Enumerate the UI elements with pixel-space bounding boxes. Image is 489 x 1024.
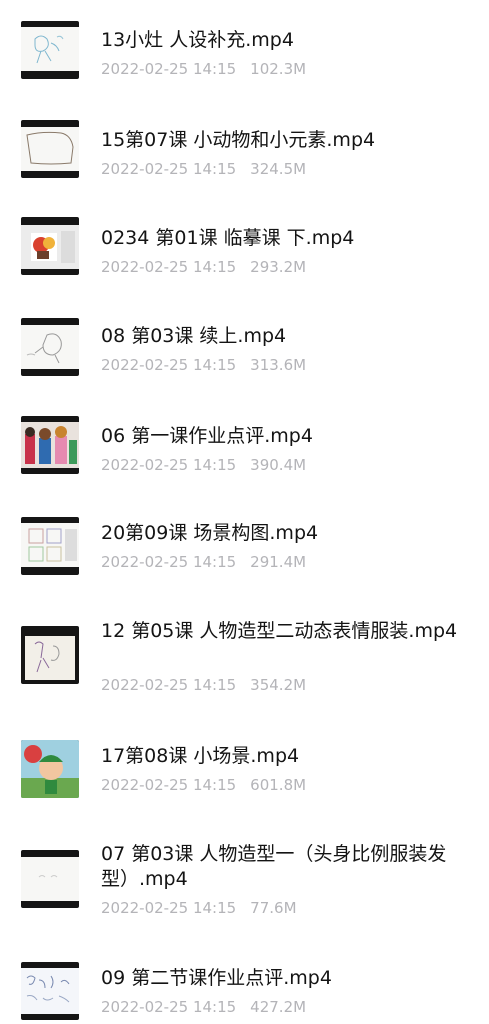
list-item[interactable]: 09 第二节课作业点评.mp4 2022-02-25 14:15 427.2M — [0, 938, 489, 1024]
file-name: 07 第03课 人物造型一（头身比例服装发型）.mp4 — [101, 843, 447, 890]
file-meta: 2022-02-25 14:15 293.2M — [101, 258, 306, 276]
video-thumbnail — [21, 962, 79, 1020]
list-item[interactable]: 13小灶 人设补充.mp4 2022-02-25 14:15 102.3M — [0, 0, 489, 98]
file-size: 293.2M — [250, 258, 307, 276]
file-meta: 2022-02-25 14:15 427.2M — [101, 998, 306, 1016]
video-thumbnail — [21, 318, 79, 376]
file-name: 15第07课 小动物和小元素.mp4 — [101, 129, 376, 151]
file-name: 06 第一课作业点评.mp4 — [101, 425, 313, 447]
file-meta: 2022-02-25 14:15 601.8M — [101, 776, 306, 794]
file-size: 291.4M — [250, 553, 307, 571]
file-name: 12 第05课 人物造型二动态表情服装.mp4 — [101, 620, 458, 642]
list-item[interactable]: 08 第03课 续上.mp4 2022-02-25 14:15 313.6M — [0, 294, 489, 392]
file-name: 20第09课 场景构图.mp4 — [101, 522, 319, 544]
file-date: 2022-02-25 14:15 — [101, 356, 237, 374]
file-date: 2022-02-25 14:15 — [101, 553, 237, 571]
file-meta: 2022-02-25 14:15 324.5M — [101, 160, 306, 178]
video-thumbnail — [21, 626, 79, 684]
file-date: 2022-02-25 14:15 — [101, 776, 237, 794]
file-name: 09 第二节课作业点评.mp4 — [101, 967, 332, 989]
file-size: 102.3M — [250, 60, 307, 78]
file-meta: 2022-02-25 14:15 354.2M — [101, 676, 306, 694]
file-name: 08 第03课 续上.mp4 — [101, 325, 287, 347]
file-size: 601.8M — [250, 776, 307, 794]
file-date: 2022-02-25 14:15 — [101, 60, 237, 78]
list-item[interactable]: 12 第05课 人物造型二动态表情服装.mp4 2022-02-25 14:15… — [0, 588, 489, 710]
file-date: 2022-02-25 14:15 — [101, 676, 237, 694]
list-item[interactable]: 15第07课 小动物和小元素.mp4 2022-02-25 14:15 324.5… — [0, 98, 489, 196]
file-meta: 2022-02-25 14:15 390.4M — [101, 456, 306, 474]
file-meta: 2022-02-25 14:15 77.6M — [101, 899, 297, 917]
file-date: 2022-02-25 14:15 — [101, 258, 237, 276]
video-thumbnail — [21, 217, 79, 275]
file-date: 2022-02-25 14:15 — [101, 998, 237, 1016]
file-name: 13小灶 人设补充.mp4 — [101, 29, 294, 51]
file-date: 2022-02-25 14:15 — [101, 456, 237, 474]
list-item[interactable]: 0234 第01课 临摹课 下.mp4 2022-02-25 14:15 293.… — [0, 196, 489, 294]
video-thumbnail — [21, 120, 79, 178]
video-thumbnail — [21, 850, 79, 908]
file-meta: 2022-02-25 14:15 313.6M — [101, 356, 306, 374]
file-size: 427.2M — [250, 998, 307, 1016]
file-date: 2022-02-25 14:15 — [101, 160, 237, 178]
file-size: 354.2M — [250, 676, 307, 694]
list-item[interactable]: 06 第一课作业点评.mp4 2022-02-25 14:15 390.4M — [0, 392, 489, 490]
file-size: 77.6M — [250, 899, 297, 917]
video-thumbnail — [21, 740, 79, 798]
file-name: 0234 第01课 临摹课 下.mp4 — [101, 227, 355, 249]
file-meta: 2022-02-25 14:15 102.3M — [101, 60, 306, 78]
file-meta: 2022-02-25 14:15 291.4M — [101, 553, 306, 571]
video-thumbnail — [21, 416, 79, 474]
file-date: 2022-02-25 14:15 — [101, 899, 237, 917]
video-file-list: 13小灶 人设补充.mp4 2022-02-25 14:15 102.3M 15第… — [0, 0, 489, 1024]
file-name: 17第08课 小场景.mp4 — [101, 745, 300, 767]
list-item[interactable]: 07 第03课 人物造型一（头身比例服装发型）.mp4 2022-02-25 1… — [0, 808, 489, 938]
file-size: 390.4M — [250, 456, 307, 474]
file-size: 313.6M — [250, 356, 307, 374]
list-item[interactable]: 17第08课 小场景.mp4 2022-02-25 14:15 601.8M — [0, 710, 489, 808]
file-size: 324.5M — [250, 160, 307, 178]
video-thumbnail — [21, 21, 79, 79]
video-thumbnail — [21, 517, 79, 575]
list-item[interactable]: 20第09课 场景构图.mp4 2022-02-25 14:15 291.4M — [0, 490, 489, 588]
